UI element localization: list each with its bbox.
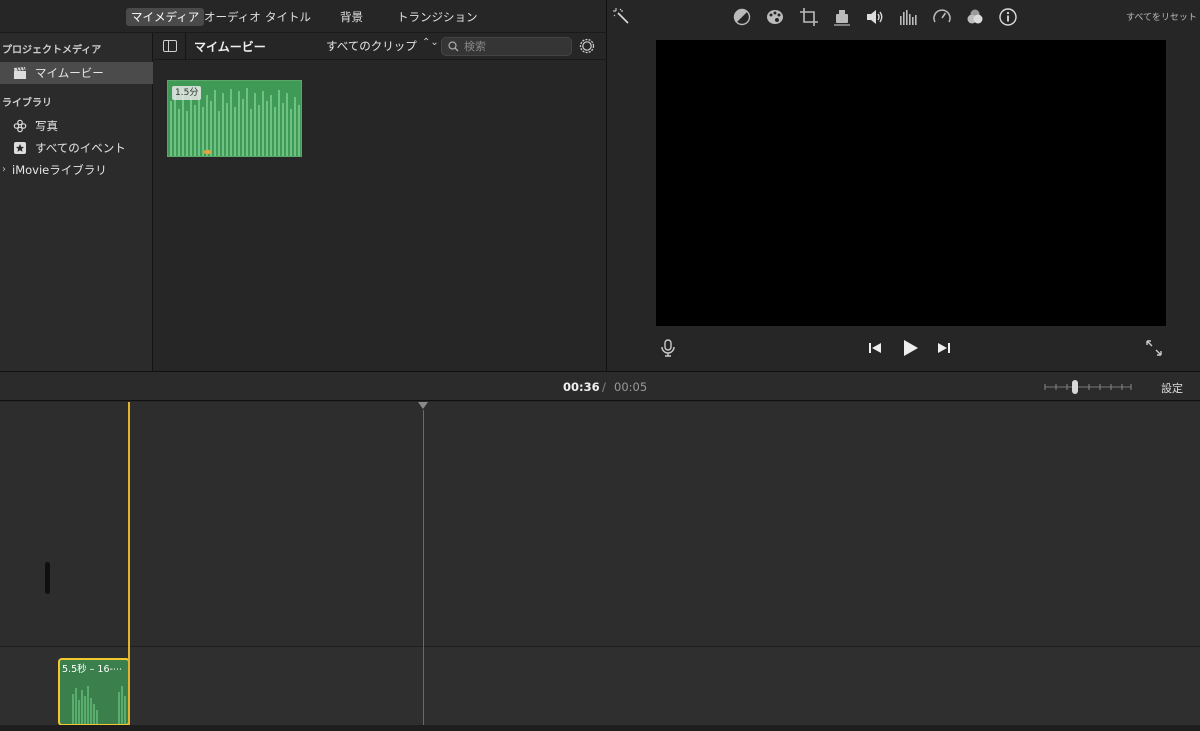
search-input[interactable] <box>464 39 564 54</box>
noise-reduction-icon[interactable] <box>965 7 985 27</box>
clip-filter-select[interactable]: すべてのクリップ <box>326 38 417 54</box>
project-media-heading: プロジェクトメディア <box>2 45 102 56</box>
total-timecode: 00:05 <box>614 380 648 394</box>
star-icon <box>13 141 27 155</box>
tab-backgrounds[interactable]: 背景 <box>335 8 368 26</box>
duration-badge: 1.5分 <box>172 86 202 100</box>
search-icon <box>448 41 459 52</box>
audio-clip[interactable]: 5.5秒 – 16-⋯ <box>58 658 130 726</box>
viewer-pane: すべてをリセット <box>608 0 1200 371</box>
sidebar-item-all-events[interactable]: すべてのイベント <box>0 137 153 159</box>
volume-icon[interactable] <box>865 7 885 27</box>
chevron-right-icon[interactable]: › <box>2 159 6 181</box>
color-balance-icon[interactable] <box>732 7 752 27</box>
skimmer-line <box>423 410 424 725</box>
sidebar-item-label: 写真 <box>35 119 58 133</box>
horizontal-scrollbar[interactable] <box>0 725 1200 731</box>
updown-chevron-icon[interactable]: ⌃⌄ <box>422 37 439 48</box>
content-title: マイムービー <box>194 40 266 54</box>
sidebar-item-label: すべてのイベント <box>35 141 126 155</box>
stabilization-icon[interactable] <box>832 7 852 27</box>
audio-lane <box>0 647 1200 731</box>
photos-icon <box>13 119 27 133</box>
info-icon[interactable] <box>998 7 1018 27</box>
current-timecode: 00:36 <box>563 380 600 394</box>
skip-forward-icon[interactable] <box>934 338 954 358</box>
sidebar-item-label: iMovieライブラリ <box>12 163 107 177</box>
libraries-sidebar: プロジェクトメディア マイムービー ライブラリ 写真 すべてのイベント › iM… <box>0 33 153 371</box>
timeline-toolbar: 00:36 / 00:05 設定 <box>0 371 1200 401</box>
libraries-heading: ライブラリ <box>2 98 52 109</box>
magic-wand-icon[interactable] <box>612 7 632 27</box>
tab-my-media[interactable]: マイメディア <box>126 8 205 26</box>
sidebar-item-photos[interactable]: 写真 <box>0 115 153 137</box>
sidebar-item-imovie-library[interactable]: › iMovieライブラリ <box>0 159 153 181</box>
crop-icon[interactable] <box>799 7 819 27</box>
media-browser: マイメディア オーディオ タイトル 背景 トランジション プロジェクトメディア … <box>0 0 607 371</box>
audio-clip-label: 5.5秒 – 16-⋯ <box>62 664 123 675</box>
gear-icon[interactable] <box>578 37 596 55</box>
tab-titles[interactable]: タイトル <box>260 8 316 26</box>
play-icon[interactable] <box>900 338 920 358</box>
zoom-slider[interactable] <box>1044 380 1132 394</box>
content-toolbar: マイムービー すべてのクリップ ⌃⌄ <box>154 33 607 60</box>
sidebar-toggle-icon[interactable] <box>163 40 177 52</box>
clapperboard-icon <box>13 66 27 80</box>
timecode-separator: / <box>602 380 606 394</box>
reset-all-button[interactable]: すべてをリセット <box>1126 10 1197 23</box>
sidebar-item-label: マイムービー <box>35 66 104 80</box>
playhead[interactable] <box>128 402 130 725</box>
scroll-handle[interactable] <box>45 562 50 594</box>
speed-icon[interactable] <box>932 7 952 27</box>
media-tabs: マイメディア オーディオ タイトル 背景 トランジション <box>0 0 607 33</box>
skip-back-icon[interactable] <box>865 338 885 358</box>
fullscreen-icon[interactable] <box>1144 338 1164 358</box>
skimmer-head-icon[interactable] <box>418 402 428 409</box>
favorite-marker <box>204 150 211 154</box>
equalizer-icon[interactable] <box>898 7 918 27</box>
sidebar-item-my-movie[interactable]: マイムービー <box>0 62 153 84</box>
clip-thumbnail[interactable]: 1.5分 <box>167 80 302 157</box>
video-preview <box>656 40 1166 326</box>
color-correction-icon[interactable] <box>765 7 785 27</box>
tab-transitions[interactable]: トランジション <box>392 8 483 26</box>
imovie-window: マイメディア オーディオ タイトル 背景 トランジション プロジェクトメディア … <box>0 0 1200 731</box>
timeline[interactable]: 5.5秒 – 16-⋯ <box>0 402 1200 731</box>
tab-audio[interactable]: オーディオ <box>199 8 266 26</box>
timeline-settings-button[interactable]: 設定 <box>1161 380 1183 396</box>
microphone-icon[interactable] <box>658 338 678 358</box>
divider <box>185 33 186 60</box>
search-field[interactable] <box>441 37 572 56</box>
